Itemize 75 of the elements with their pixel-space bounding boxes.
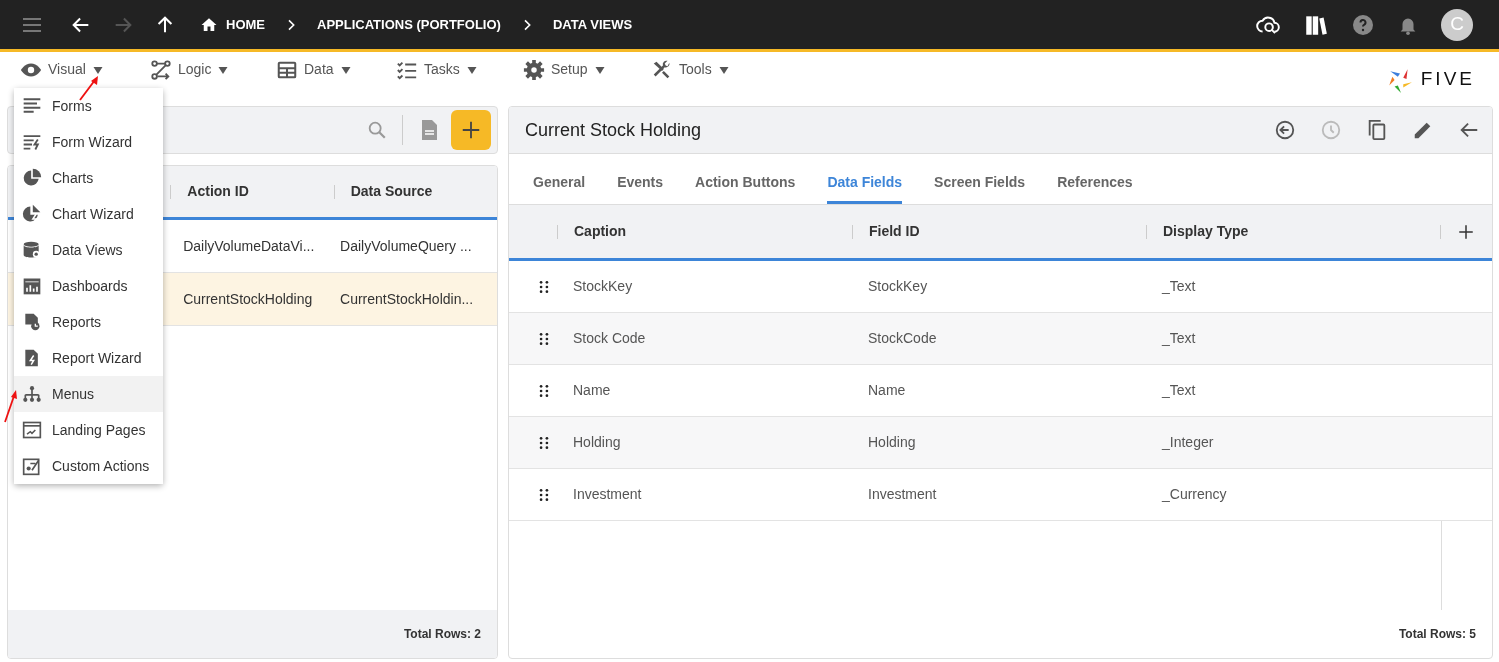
tab[interactable]: Screen Fields: [934, 172, 1026, 204]
tab[interactable]: Action Buttons: [695, 172, 796, 204]
tab[interactable]: References: [1057, 172, 1133, 204]
table-cell-text: StockKey: [573, 277, 634, 296]
menu-item[interactable]: Reports: [14, 304, 163, 340]
breadcrumb-link[interactable]: HOME: [200, 14, 265, 35]
database-icon: [22, 240, 42, 260]
table-cell-text: DailyVolumeQuery ...: [340, 236, 473, 256]
table-cell-text: Stock Code: [573, 329, 647, 348]
breadcrumb-link[interactable]: DATA VIEWS: [552, 14, 633, 35]
menu-item[interactable]: Data Views: [14, 232, 163, 268]
help-icon[interactable]: [1351, 12, 1375, 37]
logo: FIVE: [1386, 65, 1475, 94]
column-header[interactable]: Action ID: [187, 181, 249, 202]
menu-item[interactable]: Forms: [14, 88, 163, 124]
window-icon: [22, 420, 42, 440]
back-circle-button[interactable]: [1274, 119, 1296, 141]
tab[interactable]: Events: [617, 172, 664, 204]
menu-item[interactable]: Report Wizard: [14, 340, 163, 376]
menu-item[interactable]: Form Wizard: [14, 124, 163, 160]
plus-icon: [460, 119, 482, 141]
toolbar-menu[interactable]: Data: [276, 58, 396, 81]
toolbar-menu[interactable]: Tasks: [396, 58, 523, 81]
table-cell-text: Investment: [868, 485, 938, 504]
table-cell-text: _Currency: [1162, 485, 1228, 504]
table-cell-text: CurrentStockHolding: [183, 289, 314, 309]
table-cell-text: CurrentStockHoldin...: [340, 289, 475, 309]
pie-chart-icon: [22, 168, 42, 188]
star-logo-icon: [1386, 66, 1413, 93]
table-cell-text: _Text: [1162, 329, 1197, 348]
table-cell-text: DailyVolumeDataVi...: [183, 236, 316, 256]
gear-icon: [523, 58, 545, 81]
tab[interactable]: General: [533, 172, 586, 204]
search-icon[interactable]: [366, 119, 388, 141]
pie-chart-bolt-icon: [22, 204, 42, 224]
column-header[interactable]: Caption: [574, 221, 627, 242]
annotation-arrow: [3, 388, 19, 424]
toolbar-menu[interactable]: Visual: [20, 58, 150, 81]
menu-item[interactable]: Dashboards: [14, 268, 163, 304]
breadcrumb-link[interactable]: APPLICATIONS (PORTFOLIO): [317, 14, 501, 35]
table-cell-text: Name: [573, 381, 612, 400]
lines-icon: [22, 96, 42, 116]
menu-item[interactable]: Charts: [14, 160, 163, 196]
menu-item[interactable]: Chart Wizard: [14, 196, 163, 232]
table-cell-text: Investment: [573, 485, 643, 504]
row-count: Total Rows: 5: [1398, 626, 1476, 643]
row-count: Total Rows: 2: [403, 626, 481, 643]
panel-title: Current Stock Holding: [525, 118, 702, 142]
report-icon: [22, 312, 42, 332]
menu-item[interactable]: Custom Actions: [14, 448, 163, 484]
table-cell-text: StockCode: [868, 329, 938, 348]
checkbox-pencil-icon: [22, 456, 42, 476]
table-cell-text: Name: [868, 381, 907, 400]
add-button[interactable]: [451, 110, 491, 150]
table-cell-text: _Integer: [1162, 433, 1215, 452]
annotation-arrow: [78, 74, 100, 102]
table-cell-text: StockKey: [868, 277, 929, 296]
toolbar-menu[interactable]: Tools: [651, 58, 741, 81]
menu-item[interactable]: Menus: [14, 376, 163, 412]
table-cell-text: _Text: [1162, 381, 1197, 400]
hierarchy-icon: [22, 384, 42, 404]
add-column-button[interactable]: [1457, 222, 1475, 241]
table-cell-text: _Text: [1162, 277, 1197, 296]
column-header[interactable]: Field ID: [869, 221, 920, 242]
table-cell-text: Holding: [868, 433, 917, 452]
lines-bolt-icon: [22, 132, 42, 152]
bar-chart-icon: [22, 276, 42, 296]
table-cell-text: Holding: [573, 433, 622, 452]
toolbar-menu[interactable]: Logic: [150, 58, 276, 81]
copy-button[interactable]: [1366, 119, 1388, 141]
column-header[interactable]: Data Source: [350, 181, 433, 202]
toolbar-menu[interactable]: Setup: [523, 58, 651, 81]
flow-icon: [150, 58, 172, 81]
menu-item[interactable]: Landing Pages: [14, 412, 163, 448]
column-header[interactable]: Display Type: [1163, 221, 1249, 242]
